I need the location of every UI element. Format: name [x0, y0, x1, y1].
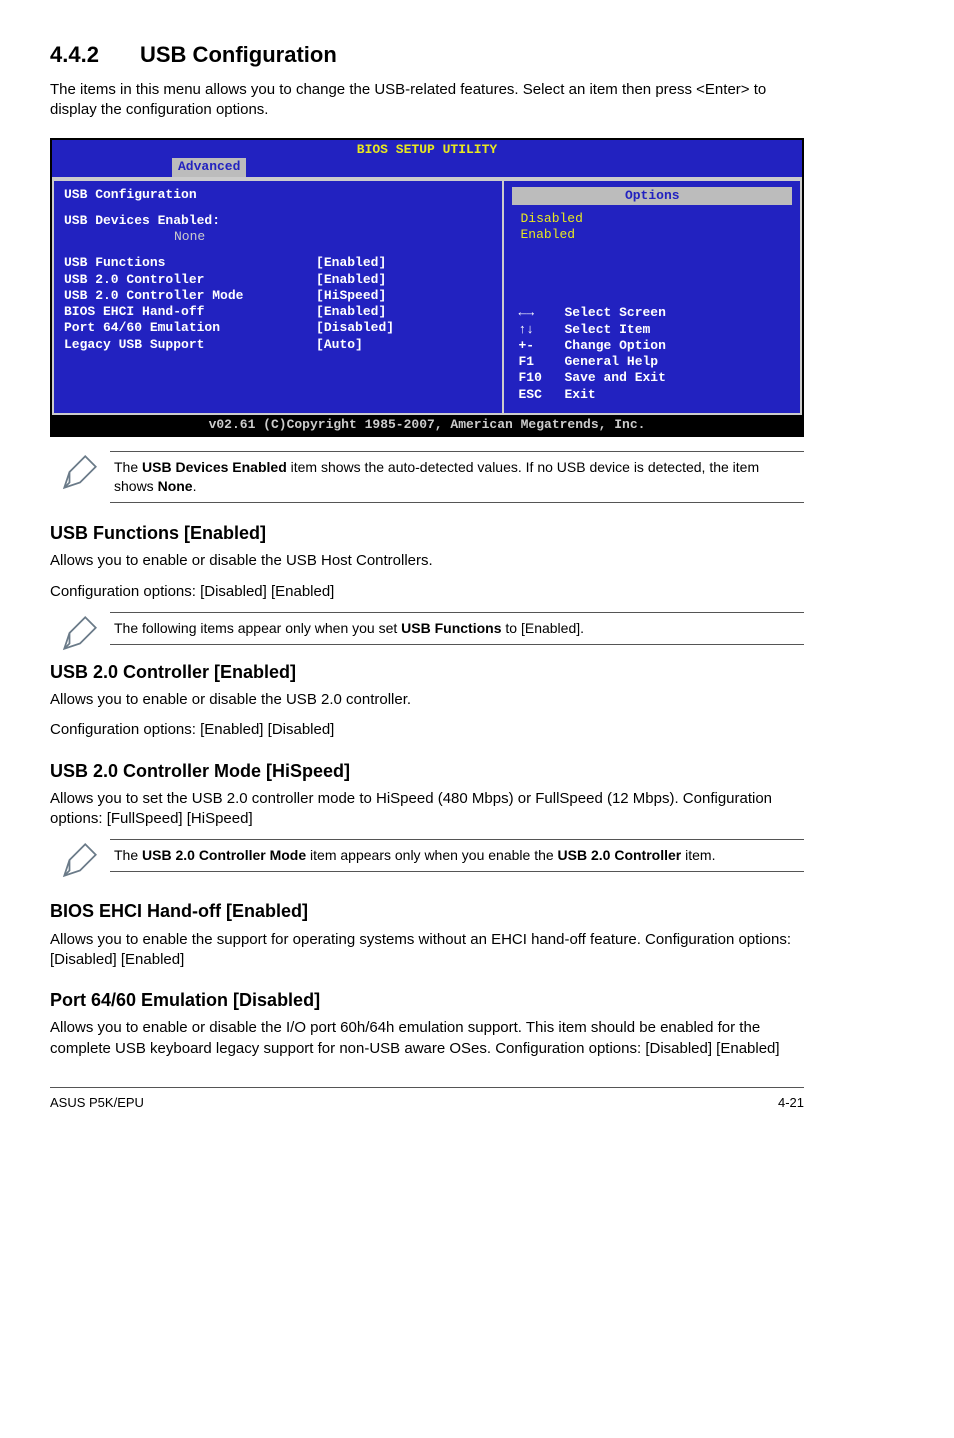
section-title: USB Configuration [140, 42, 337, 67]
note-block: The USB Devices Enabled item shows the a… [50, 451, 804, 503]
pencil-note-icon [50, 839, 110, 881]
note-text: The following items appear only when you… [110, 612, 804, 645]
bios-nav-key: +- [518, 338, 564, 354]
note-block: The USB 2.0 Controller Mode item appears… [50, 839, 804, 881]
bios-nav-text: Select Item [564, 322, 650, 338]
footer-left: ASUS P5K/EPU [50, 1094, 144, 1112]
bios-row: USB Functions[Enabled] [64, 255, 492, 271]
bios-row-val: [Auto] [316, 337, 492, 353]
bios-nav-text: Select Screen [564, 305, 665, 321]
bios-nav-row: F1General Help [518, 354, 788, 370]
t: The [114, 459, 142, 475]
bios-nav-row: F10Save and Exit [518, 370, 788, 386]
bios-nav-key: ←→ [518, 305, 564, 321]
bios-tab-advanced: Advanced [172, 158, 246, 176]
bios-nav-row: +-Change Option [518, 338, 788, 354]
footer-right: 4-21 [778, 1094, 804, 1112]
bios-nav-row: ←→Select Screen [518, 305, 788, 321]
bios-nav-key: F10 [518, 370, 564, 386]
bios-options-box: Options Disabled Enabled [504, 181, 800, 252]
bios-row: Port 64/60 Emulation[Disabled] [64, 320, 492, 336]
bios-option: Enabled [504, 227, 800, 243]
body-text: Allows you to enable or disable the USB … [50, 551, 804, 571]
pencil-note-icon [50, 451, 110, 493]
note-text: The USB 2.0 Controller Mode item appears… [110, 839, 804, 872]
subheading-usb20-controller: USB 2.0 Controller [Enabled] [50, 660, 804, 684]
bios-option: Disabled [504, 211, 800, 227]
bios-nav-text: Exit [564, 387, 595, 403]
bios-row-val: [HiSpeed] [316, 288, 492, 304]
bios-row-key: USB 2.0 Controller [64, 272, 316, 288]
intro-text: The items in this menu allows you to cha… [50, 80, 804, 121]
body-text: Allows you to enable or disable the USB … [50, 690, 804, 710]
note-text: The USB Devices Enabled item shows the a… [110, 451, 804, 503]
bios-nav-row: ↑↓Select Item [518, 322, 788, 338]
body-text: Allows you to enable the support for ope… [50, 930, 804, 971]
bios-row-key: Legacy USB Support [64, 337, 316, 353]
bios-main: USB Configuration USB Devices Enabled: N… [52, 177, 802, 415]
t: USB 2.0 Controller Mode [142, 847, 306, 863]
t: USB 2.0 Controller [558, 847, 682, 863]
pencil-note-icon [50, 612, 110, 654]
bios-tab-row: Advanced [52, 158, 802, 176]
t: item appears only when you enable the [306, 847, 557, 863]
bios-row-key: USB 2.0 Controller Mode [64, 288, 316, 304]
bios-right-panel: Options Disabled Enabled ←→Select Screen… [502, 179, 802, 415]
body-text: Allows you to set the USB 2.0 controller… [50, 789, 804, 830]
section-number: 4.4.2 [50, 40, 140, 70]
t: The following items appear only when you… [114, 620, 401, 636]
bios-options-header: Options [512, 187, 792, 205]
bios-row-val: [Enabled] [316, 304, 492, 320]
bios-nav-key: ↑↓ [518, 322, 564, 338]
bios-row: Legacy USB Support[Auto] [64, 337, 492, 353]
bios-footer: v02.61 (C)Copyright 1985-2007, American … [52, 415, 802, 435]
bios-row-key: BIOS EHCI Hand-off [64, 304, 316, 320]
subheading-usb20-mode: USB 2.0 Controller Mode [HiSpeed] [50, 759, 804, 783]
bios-row: USB 2.0 Controller[Enabled] [64, 272, 492, 288]
t: item. [681, 847, 715, 863]
bios-devices-label: USB Devices Enabled: [64, 213, 492, 229]
bios-screenshot: BIOS SETUP UTILITY Advanced USB Configur… [50, 138, 804, 437]
bios-nav-help: ←→Select Screen ↑↓Select Item +-Change O… [504, 295, 800, 413]
bios-nav-text: Change Option [564, 338, 665, 354]
note-block: The following items appear only when you… [50, 612, 804, 654]
bios-nav-row: ESCExit [518, 387, 788, 403]
page-footer: ASUS P5K/EPU 4-21 [50, 1087, 804, 1112]
bios-row-val: [Disabled] [316, 320, 492, 336]
bios-nav-key: ESC [518, 387, 564, 403]
t: . [193, 478, 197, 494]
bios-nav-key: F1 [518, 354, 564, 370]
body-text: Configuration options: [Disabled] [Enabl… [50, 582, 804, 602]
bios-row-val: [Enabled] [316, 272, 492, 288]
bios-row-val: [Enabled] [316, 255, 492, 271]
bios-row: USB 2.0 Controller Mode[HiSpeed] [64, 288, 492, 304]
t: USB Devices Enabled [142, 459, 287, 475]
section-heading: 4.4.2USB Configuration [50, 40, 804, 70]
subheading-port6460: Port 64/60 Emulation [Disabled] [50, 988, 804, 1012]
bios-nav-text: General Help [564, 354, 658, 370]
subheading-ehci: BIOS EHCI Hand-off [Enabled] [50, 899, 804, 923]
bios-row: BIOS EHCI Hand-off[Enabled] [64, 304, 492, 320]
body-text: Allows you to enable or disable the I/O … [50, 1018, 804, 1059]
subheading-usb-functions: USB Functions [Enabled] [50, 521, 804, 545]
t: USB Functions [401, 620, 501, 636]
bios-nav-text: Save and Exit [564, 370, 665, 386]
bios-row-key: USB Functions [64, 255, 316, 271]
bios-title: BIOS SETUP UTILITY [52, 140, 802, 158]
t: None [158, 478, 193, 494]
t: to [Enabled]. [502, 620, 585, 636]
body-text: Configuration options: [Enabled] [Disabl… [50, 720, 804, 740]
t: The [114, 847, 142, 863]
bios-row-key: Port 64/60 Emulation [64, 320, 316, 336]
bios-left-panel: USB Configuration USB Devices Enabled: N… [52, 179, 502, 415]
bios-devices-value: None [174, 229, 492, 245]
bios-panel-title: USB Configuration [64, 187, 492, 203]
